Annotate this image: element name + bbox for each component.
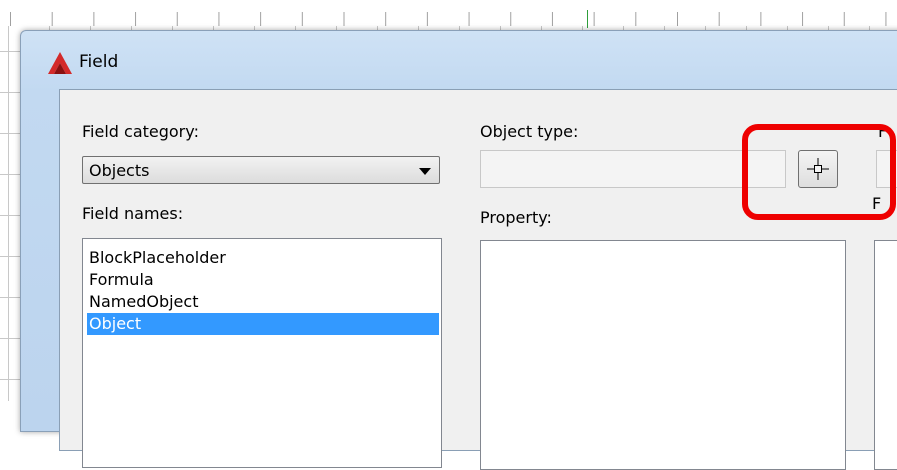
object-type-field	[480, 150, 786, 188]
list-item-formula[interactable]: Formula	[87, 269, 439, 291]
field-category-label: Field category:	[82, 122, 199, 141]
dialog-title: Field	[79, 52, 119, 72]
field-names-label: Field names:	[82, 204, 184, 223]
field-dialog: Field Field category: Objects Field name…	[20, 30, 897, 470]
ruler-ticks	[10, 12, 890, 26]
callout-highlight-box	[742, 124, 896, 220]
title-bar[interactable]: Field	[21, 31, 897, 85]
field-names-list[interactable]: BlockPlaceholder Formula NamedObject Obj…	[82, 238, 442, 468]
field-category-value: Objects	[89, 161, 150, 180]
chevron-down-icon	[419, 168, 431, 175]
property-label: Property:	[480, 208, 552, 227]
object-type-label: Object type:	[480, 122, 579, 141]
ruler	[0, 0, 897, 28]
right-column-list[interactable]	[874, 240, 897, 470]
autocad-logo-icon	[48, 52, 72, 74]
field-category-dropdown[interactable]: Objects	[82, 156, 440, 184]
list-item-blockplaceholder[interactable]: BlockPlaceholder	[87, 247, 439, 269]
property-list[interactable]	[480, 240, 846, 470]
ruler-marker	[587, 10, 588, 28]
list-item-object[interactable]: Object	[87, 313, 439, 335]
list-item-namedobject[interactable]: NamedObject	[87, 291, 439, 313]
